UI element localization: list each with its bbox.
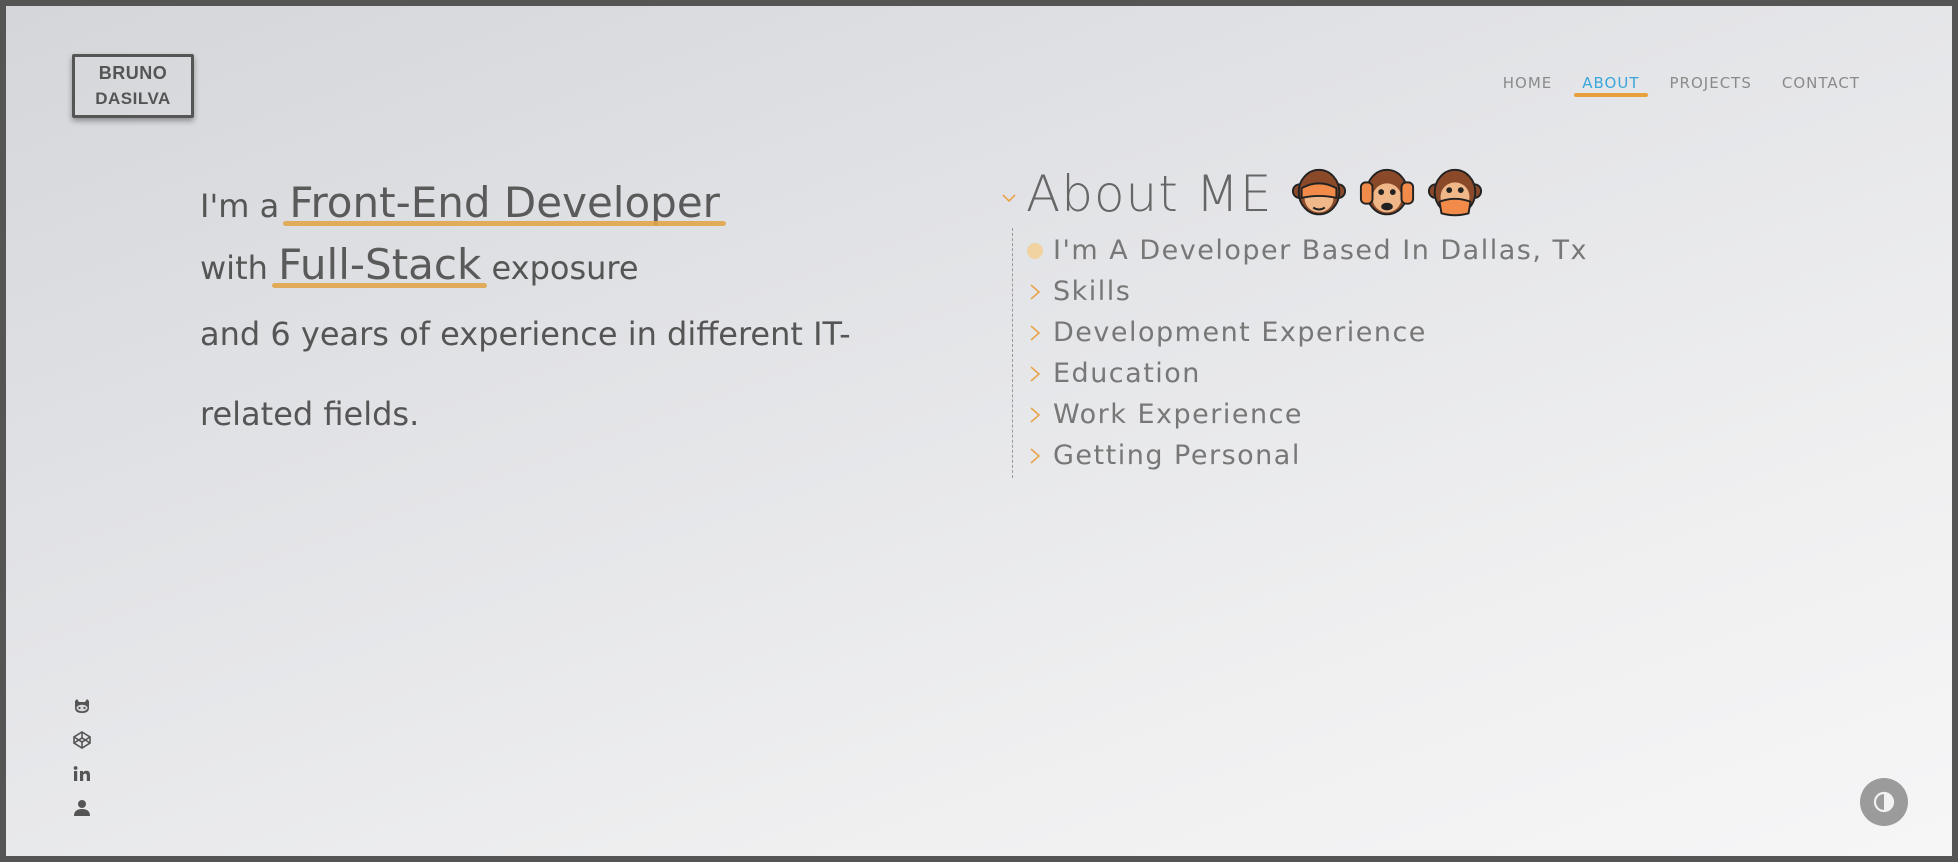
speak-no-evil-monkey-icon bbox=[1428, 168, 1483, 217]
about-item-education[interactable]: Education bbox=[1025, 353, 1588, 394]
about-item-work-experience[interactable]: Work Experience bbox=[1025, 394, 1588, 435]
logo-first-name: BRUNO bbox=[98, 63, 168, 83]
see-no-evil-monkey-icon bbox=[1292, 168, 1347, 216]
hear-no-evil-monkey-icon bbox=[1360, 168, 1415, 216]
about-item-label: Education bbox=[1053, 358, 1201, 389]
main-nav: HOME ABOUT PROJECTS CONTACT bbox=[1501, 74, 1862, 97]
intro-stack: Full-Stack bbox=[272, 240, 488, 289]
about-item-label: Development Experience bbox=[1053, 317, 1427, 348]
nav-projects[interactable]: PROJECTS bbox=[1668, 74, 1754, 92]
about-item-location[interactable]: I'm A Developer Based In Dallas, Tx bbox=[1025, 230, 1588, 271]
chevron-right-icon bbox=[1025, 323, 1045, 343]
intro-exposure: exposure bbox=[491, 249, 639, 287]
chevron-right-icon bbox=[1025, 405, 1045, 425]
about-section: About ME I'm A Developer Based In Dallas… bbox=[1002, 164, 1588, 478]
about-header[interactable]: About ME bbox=[1002, 164, 1588, 224]
bullet-dot-icon bbox=[1025, 241, 1045, 261]
social-links bbox=[72, 696, 92, 818]
codepen-icon[interactable] bbox=[72, 730, 92, 750]
github-icon[interactable] bbox=[72, 696, 92, 716]
chevron-right-icon bbox=[1025, 364, 1045, 384]
site-logo[interactable]: BRUNO DASILVA bbox=[72, 54, 194, 118]
page-frame: BRUNO DASILVA HOME ABOUT PROJECTS CONTAC… bbox=[0, 0, 1958, 862]
intro-with: with bbox=[200, 249, 268, 287]
chevron-right-icon bbox=[1025, 446, 1045, 466]
about-item-label: Skills bbox=[1053, 276, 1132, 307]
about-item-label: Work Experience bbox=[1053, 399, 1304, 430]
about-title: About ME bbox=[1026, 165, 1273, 223]
contrast-icon bbox=[1873, 791, 1895, 813]
chevron-right-icon bbox=[1025, 282, 1045, 302]
logo-last-name: DASILVA bbox=[95, 89, 171, 108]
intro-line-2: with Full-Stack exposure bbox=[200, 240, 900, 302]
person-icon[interactable] bbox=[72, 798, 92, 818]
nav-home[interactable]: HOME bbox=[1501, 74, 1555, 92]
about-list: I'm A Developer Based In Dallas, Tx Skil… bbox=[1012, 228, 1588, 478]
about-item-label: I'm A Developer Based In Dallas, Tx bbox=[1053, 235, 1588, 266]
theme-toggle-button[interactable] bbox=[1860, 778, 1908, 826]
nav-contact[interactable]: CONTACT bbox=[1780, 74, 1862, 92]
about-item-dev-experience[interactable]: Development Experience bbox=[1025, 312, 1588, 353]
about-item-label: Getting Personal bbox=[1053, 440, 1301, 471]
about-item-skills[interactable]: Skills bbox=[1025, 271, 1588, 312]
chevron-down-icon bbox=[1002, 194, 1016, 203]
intro-line-1: I'm a Front-End Developer bbox=[200, 178, 900, 240]
intro-line-3: and 6 years of experience in different I… bbox=[200, 315, 851, 353]
nav-about[interactable]: ABOUT bbox=[1574, 74, 1648, 97]
about-item-getting-personal[interactable]: Getting Personal bbox=[1025, 435, 1588, 476]
intro-prefix: I'm a bbox=[200, 187, 280, 225]
linkedin-icon[interactable] bbox=[72, 764, 92, 784]
intro-role: Front-End Developer bbox=[283, 178, 726, 227]
intro-line-4: related fields. bbox=[200, 395, 420, 433]
intro-text: I'm a Front-End Developer with Full-Stac… bbox=[200, 178, 900, 446]
